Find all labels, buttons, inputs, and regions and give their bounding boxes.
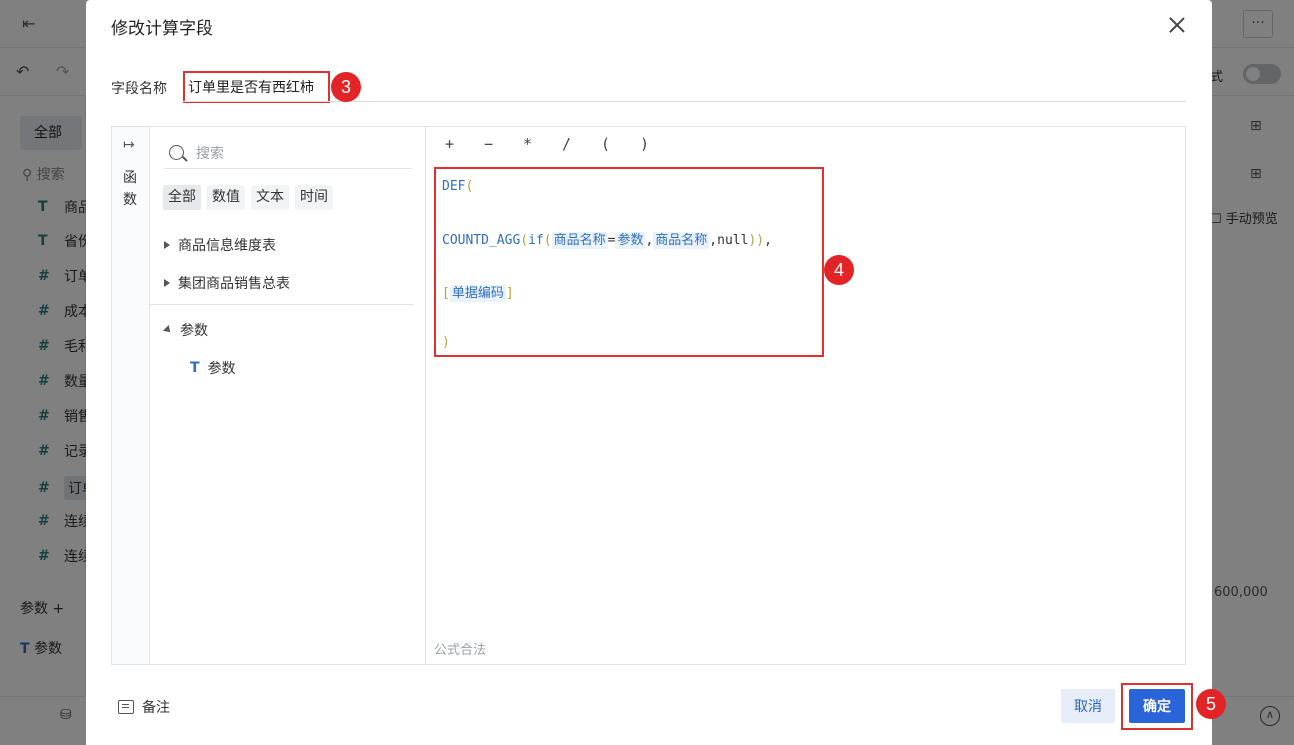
params-header[interactable]: 参数 + [20,598,64,618]
op-divide[interactable]: / [547,135,586,153]
field-name-label: 字段名称 [111,81,167,97]
chevron-right-icon [164,279,170,287]
tree-item-table2[interactable]: 集团商品销售总表 [164,273,290,293]
code-line-2: COUNTD_AGG(if(商品名称 = 参数, 商品名称 ,null)), [442,232,772,249]
axis-value: 600,000 [1214,585,1268,600]
number-field-icon: # [38,373,50,389]
field-item[interactable]: T 商品 [38,197,92,217]
more-button[interactable]: ··· [1243,10,1273,38]
function-search-input[interactable] [196,143,396,165]
manual-preview[interactable]: ☐ 手动预览 [1210,208,1278,227]
validation-status: 公式合法 [434,643,487,658]
category-all[interactable]: 全部 [163,185,201,210]
field-item[interactable]: # 记录 [38,441,92,461]
annotation-badge-4: 4 [824,255,854,285]
number-field-icon: # [38,338,50,354]
category-numeric[interactable]: 数值 [207,185,245,210]
redo-icon[interactable]: ↷ [56,62,69,81]
dialog-title: 修改计算字段 [111,19,213,39]
number-field-icon: # [38,443,50,459]
field-item[interactable]: # 数量 [38,371,92,391]
collapse-icon[interactable]: ↦ [123,137,135,153]
field-item[interactable]: # 连续 [38,546,92,566]
function-rail-label: 函数 [123,170,137,208]
field-search[interactable]: ⚲ 搜索 [22,164,65,184]
field-name-underline [183,101,1186,102]
pivot-icon[interactable]: ⊞ [1250,118,1270,138]
op-multiply[interactable]: * [508,135,547,153]
code-line-3: [单据编码] [442,285,514,302]
field-item[interactable]: # 连续 [38,511,92,531]
code-line-1: DEF( [442,179,474,194]
comment-icon [118,700,134,714]
tree-item-table1[interactable]: 商品信息维度表 [164,235,276,255]
op-minus[interactable]: − [469,135,508,153]
function-search[interactable] [164,141,412,169]
op-rparen[interactable]: ) [625,135,664,153]
number-field-icon: # [38,480,50,496]
chevron-up-icon[interactable]: ∧ [1260,706,1280,726]
confirm-button[interactable]: 确定 [1129,689,1185,723]
param-icon: T [190,360,200,376]
number-field-icon: # [38,548,50,564]
text-field-icon: T [38,233,48,249]
text-field-icon: T [38,199,48,215]
edit-calculated-field-dialog: 修改计算字段 字段名称 3 ↦ 函数 全部 数值 文本 时间 商品信息维度表 [86,0,1226,745]
number-field-icon: # [38,268,50,284]
tree-divider [150,304,414,305]
field-item[interactable]: T 省份 [38,231,92,251]
field-item[interactable]: # 销售 [38,406,92,426]
database-icon[interactable]: ⛁ [60,707,72,723]
number-field-icon: # [38,303,50,319]
note-button[interactable]: 备注 [118,697,170,717]
chevron-right-icon [164,241,170,249]
code-line-4: ) [442,335,450,350]
param-icon: T [20,641,30,657]
undo-icon[interactable]: ↶ [16,62,29,81]
cancel-button[interactable]: 取消 [1061,689,1115,723]
pivot-icon[interactable]: ⊞ [1250,166,1270,186]
formula-editor: ↦ 函数 全部 数值 文本 时间 商品信息维度表 集团商品销售总表 [111,126,1186,665]
op-plus[interactable]: + [430,135,469,153]
tree-group-params[interactable]: 参数 [163,320,208,340]
category-text[interactable]: 文本 [251,185,289,210]
field-item[interactable]: # 订单 [38,266,92,286]
function-panel: 全部 数值 文本 时间 商品信息维度表 集团商品销售总表 参数 T 参数 [150,127,426,664]
op-lparen[interactable]: ( [586,135,625,153]
chevron-down-icon [163,325,173,335]
param-item[interactable]: T 参数 [20,638,62,658]
field-item[interactable]: # 成本 [38,301,92,321]
category-tabs: 全部 数值 文本 时间 [163,185,333,210]
formula-code[interactable]: DEF( COUNTD_AGG(if(商品名称 = 参数, 商品名称 ,null)), … [434,167,824,357]
field-name-input[interactable] [183,71,330,103]
close-icon[interactable] [1166,14,1188,36]
function-rail[interactable]: ↦ 函数 [112,127,150,664]
back-icon[interactable]: ⇤ [22,14,35,33]
tab-all[interactable]: 全部 [20,116,82,150]
search-icon [169,145,184,160]
category-time[interactable]: 时间 [295,185,333,210]
operator-bar: + − * / ( ) [430,135,664,153]
tree-item-param[interactable]: T 参数 [190,358,236,378]
mode-toggle[interactable] [1243,64,1281,84]
annotation-badge-3: 3 [331,72,361,102]
search-icon: ⚲ [22,167,33,183]
field-item[interactable]: # 毛利 [38,336,92,356]
number-field-icon: # [38,513,50,529]
annotation-badge-5: 5 [1196,689,1226,719]
right-pane [1212,96,1294,696]
number-field-icon: # [38,408,50,424]
